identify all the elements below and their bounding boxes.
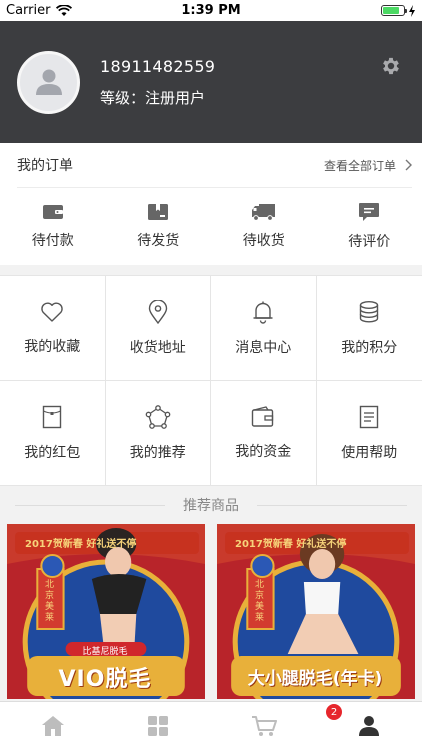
bell-icon	[253, 301, 273, 324]
orders-section: 我的订单 查看全部订单 待付款 待发货 待收货 待评价	[0, 143, 422, 265]
cart-icon	[251, 716, 277, 736]
truck-icon	[251, 204, 275, 221]
divider-line	[257, 504, 407, 506]
product-card[interactable]: 2017贺新春 好礼送不停 北京美莱 比基尼脱毛 VIO脱毛	[7, 524, 205, 699]
home-icon	[41, 716, 64, 736]
coins-icon	[360, 300, 379, 322]
carrier-group: Carrier	[6, 3, 73, 18]
grid-item-red-envelopes[interactable]: 我的红包	[0, 381, 106, 486]
order-item-label: 待发货	[137, 233, 180, 249]
avatar[interactable]	[17, 50, 80, 114]
product-list: 2017贺新春 好礼送不停 北京美莱 比基尼脱毛 VIO脱毛 2017贺新春 好…	[0, 524, 422, 699]
order-pending-shipment[interactable]: 待发货	[106, 188, 212, 265]
default-avatar-icon	[35, 69, 62, 95]
grid-icon	[148, 716, 169, 736]
package-icon	[148, 204, 169, 220]
grid-item-funds[interactable]: 我的资金	[211, 381, 317, 486]
user-level: 等级：注册用户	[100, 88, 206, 107]
funds-wallet-icon	[252, 405, 274, 427]
chevron-right-icon	[405, 159, 412, 171]
tab-profile[interactable]	[317, 702, 422, 750]
user-info: 18911482559 等级：注册用户	[100, 57, 215, 108]
grid-item-label: 我的推荐	[129, 444, 186, 461]
tab-category[interactable]	[106, 702, 212, 750]
tab-home[interactable]	[0, 702, 106, 750]
red-envelope-icon	[43, 405, 62, 428]
comment-icon	[359, 203, 380, 221]
grid-item-label: 使用帮助	[341, 444, 398, 461]
recommend-header: 推荐商品	[0, 486, 422, 524]
app-screen: Carrier 1:39 PM 18911482559 等级：注册用户 我的订单…	[0, 0, 422, 750]
heart-icon	[41, 302, 63, 322]
user-phone: 18911482559	[100, 56, 216, 76]
grid-item-label: 我的红包	[24, 444, 81, 461]
product-name: 大小腿脱毛(年卡)	[247, 669, 383, 689]
help-doc-icon	[360, 405, 379, 428]
wifi-icon	[56, 4, 73, 16]
grid-item-points[interactable]: 我的积分	[316, 276, 422, 381]
orders-title: 我的订单	[17, 158, 73, 174]
grid-item-label: 我的收藏	[24, 338, 81, 355]
product-banner: 2017贺新春 好礼送不停	[235, 539, 347, 550]
battery-group	[381, 4, 416, 17]
grid-item-favorites[interactable]: 我的收藏	[0, 276, 106, 381]
product-tag: 比基尼脱毛	[82, 647, 128, 657]
grid-item-referrals[interactable]: 我的推荐	[105, 381, 211, 486]
order-pending-receipt[interactable]: 待收货	[211, 188, 317, 265]
order-item-label: 待评价	[348, 234, 391, 250]
grid-item-address[interactable]: 收货地址	[105, 276, 211, 381]
product-brand: 北京美莱	[255, 580, 265, 623]
order-status-row: 待付款 待发货 待收货 待评价	[0, 188, 422, 265]
order-pending-payment[interactable]: 待付款	[0, 188, 106, 265]
grid-item-label: 我的资金	[235, 443, 292, 460]
divider-line	[15, 504, 165, 506]
user-icon	[359, 716, 380, 736]
battery-icon	[381, 5, 407, 16]
product-brand: 北京美莱	[45, 580, 55, 623]
charging-icon	[409, 4, 415, 17]
wallet-icon	[42, 205, 63, 219]
status-bar: Carrier 1:39 PM	[0, 0, 422, 21]
product-name: VIO脱毛	[58, 667, 152, 692]
tab-bar: 2	[0, 701, 422, 750]
gear-icon[interactable]	[380, 55, 402, 77]
recommend-title: 推荐商品	[183, 498, 239, 514]
order-item-label: 待付款	[31, 233, 74, 249]
grid-item-messages[interactable]: 消息中心	[211, 276, 317, 381]
order-item-label: 待收货	[242, 233, 285, 249]
order-pending-review[interactable]: 待评价	[317, 188, 422, 265]
carrier-label: Carrier	[6, 3, 51, 18]
view-all-orders-label: 查看全部订单	[323, 158, 396, 173]
view-all-orders-link[interactable]: 查看全部订单	[324, 157, 412, 174]
function-grid: 我的收藏 收货地址 消息中心 我的积分 我的红包 我的推荐 我的资金 使用帮助	[0, 275, 422, 486]
grid-item-label: 我的积分	[341, 339, 398, 356]
grid-item-label: 收货地址	[129, 339, 186, 356]
network-icon	[145, 404, 171, 429]
product-card[interactable]: 2017贺新春 好礼送不停 北京美莱 大小腿脱毛(年卡)	[217, 524, 415, 699]
battery-fill	[383, 7, 399, 14]
tab-cart[interactable]: 2	[211, 702, 342, 750]
grid-item-help[interactable]: 使用帮助	[316, 381, 422, 486]
location-icon	[148, 299, 167, 324]
profile-header: 18911482559 等级：注册用户	[0, 21, 422, 143]
product-banner: 2017贺新春 好礼送不停	[25, 539, 137, 550]
orders-header: 我的订单 查看全部订单	[17, 143, 412, 188]
grid-item-label: 消息中心	[235, 339, 292, 356]
